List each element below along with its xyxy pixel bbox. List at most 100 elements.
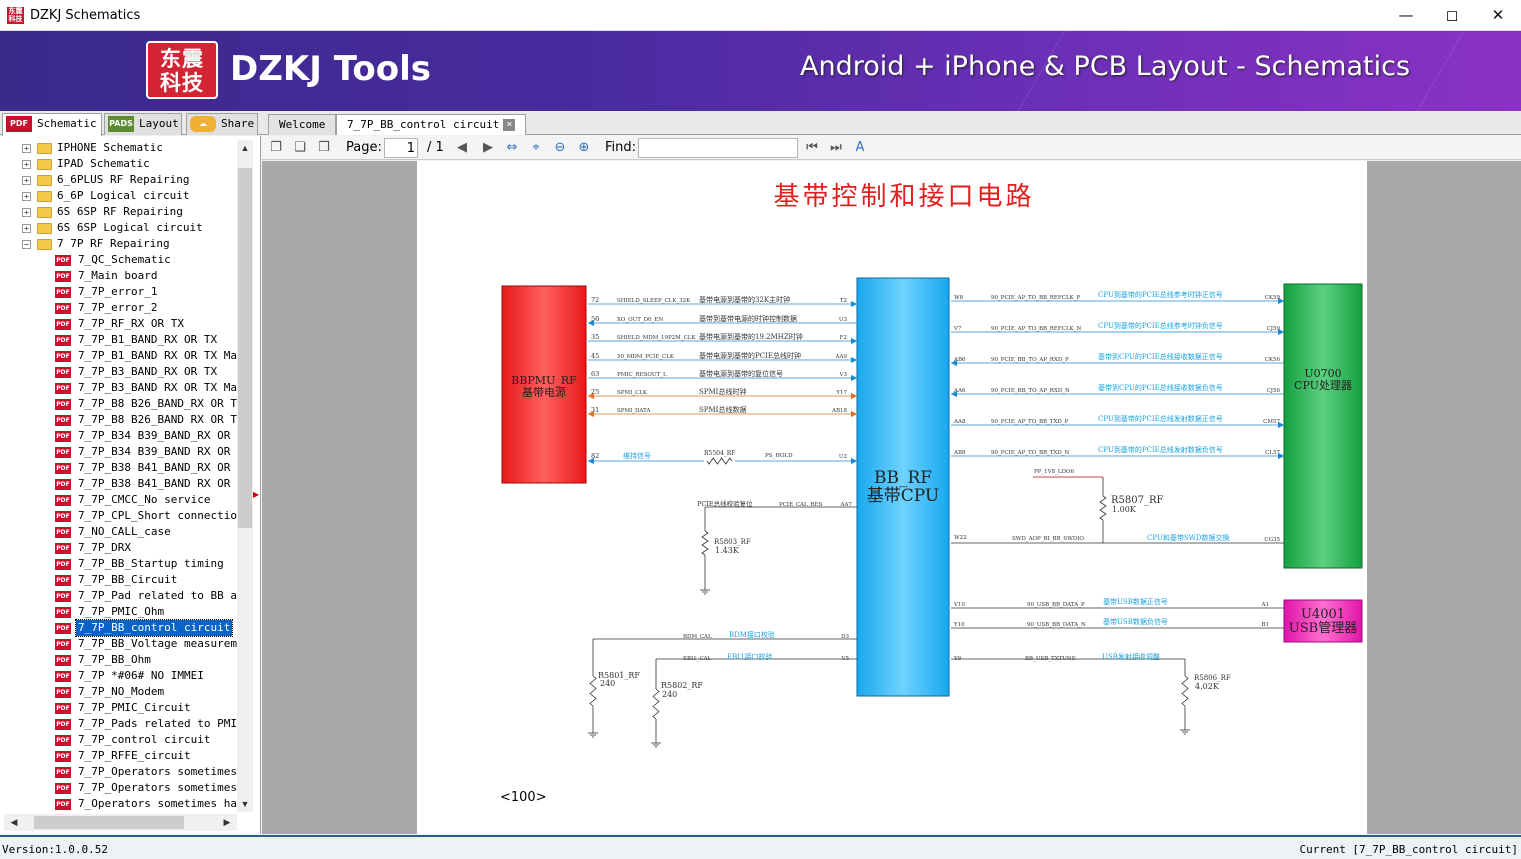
tree-file[interactable]: PDF 7_Main board [0, 268, 237, 284]
tree-file[interactable]: PDF 7_7P_Operators sometimes ha [0, 764, 237, 780]
net-label: 90_PCIE_AP_TO_BB_TXD_P [991, 419, 1069, 425]
window-title: DZKJ Schematics [30, 8, 141, 23]
collapse-icon[interactable]: − [22, 240, 31, 249]
tree-file[interactable]: PDF 7_Operators sometimes have [0, 796, 237, 812]
tree-folder[interactable]: +6_6P Logical circuit [0, 188, 237, 204]
scroll-left-icon[interactable]: ◀ [6, 814, 22, 830]
net-label: 基带电源到基带的PCIE总线时钟 [699, 351, 801, 360]
tree-folder[interactable]: +6_6PLUS RF Repairing [0, 172, 237, 188]
find-next-icon[interactable]: ⏭ [828, 140, 844, 156]
tree-folder[interactable]: +6S 6SP Logical circuit [0, 220, 237, 236]
zoom-in-icon[interactable]: ⊕ [576, 140, 592, 156]
tree-file[interactable]: PDF 7_7P_B38 B41_BAND RX OR TX [0, 476, 237, 492]
zoom-out-icon[interactable]: ⊖ [552, 140, 568, 156]
net-label: A1 [1261, 602, 1269, 608]
find-prev-icon[interactable]: ⏮ [804, 140, 820, 156]
tree-file[interactable]: PDF 7_7P_RFFE_circuit [0, 748, 237, 764]
expand-icon[interactable]: + [22, 224, 31, 233]
tree-file[interactable]: PDF 7_7P_B1_BAND RX OR TX Main [0, 348, 237, 364]
tab-schematic[interactable]: PDF Schematic [2, 113, 102, 136]
tree-file[interactable]: PDF 7_7P_error_2 [0, 300, 237, 316]
tree-file-label: 7_Operators sometimes have [78, 797, 237, 810]
scroll-down-icon[interactable]: ▼ [237, 796, 253, 812]
next-page-icon[interactable]: ▶ [480, 140, 496, 156]
tab-document[interactable]: 7_7P_BB_control circuit × [336, 114, 527, 135]
splitter-arrow-icon[interactable]: ▶ [253, 490, 259, 500]
tree-file[interactable]: PDF 7_7P_control circuit [0, 732, 237, 748]
document-viewer[interactable]: 基带控制和接口电路 BBPMU_RF 基带电源 BB_RF 基带CPU U070… [262, 161, 1521, 834]
tree-file[interactable]: PDF 7_7P_DRX [0, 540, 237, 556]
net-label: EBI1接口校验 [727, 652, 772, 661]
tree-file[interactable]: PDF 7_7P_RF_RX OR TX [0, 316, 237, 332]
tree-file[interactable]: PDF 7_7P_Operators sometimes ha [0, 780, 237, 796]
close-tab-icon[interactable]: × [503, 119, 516, 131]
minimize-button[interactable]: — [1383, 0, 1429, 31]
expand-icon[interactable]: + [22, 160, 31, 169]
tree-file[interactable]: PDF 7_7P_B3_BAND_RX OR TX [0, 364, 237, 380]
tree-file[interactable]: PDF 7_NO_CALL_case [0, 524, 237, 540]
tree-file[interactable]: PDF 7_7P_NO_Modem [0, 684, 237, 700]
vertical-scrollbar[interactable]: ▲ ▼ [237, 140, 253, 812]
close-button[interactable]: ✕ [1475, 0, 1521, 31]
banner-tagline: Android + iPhone & PCB Layout - Schemati… [800, 51, 1411, 82]
tree-file[interactable]: PDF 7_7P_B3_BAND RX OR TX Main [0, 380, 237, 396]
tree-file[interactable]: PDF 7_7P_B8 B26_BAND_RX OR TX [0, 396, 237, 412]
tree-file[interactable]: PDF 7_7P_BB_Circuit [0, 572, 237, 588]
tree-file[interactable]: PDF 7_7P_CPL_Short connection [0, 508, 237, 524]
expand-icon[interactable]: + [22, 192, 31, 201]
tree-file[interactable]: PDF 7_7P_PMIC_Ohm [0, 604, 237, 620]
tree-file[interactable]: PDF 7_7P_BB_control circuit [0, 619, 237, 637]
tab-share[interactable]: ☁ Share [186, 113, 258, 135]
pdf-icon: PDF [55, 639, 71, 650]
tree-folder[interactable]: + IPHONE Schematic [0, 140, 237, 156]
tree-folder[interactable]: +6S 6SP RF Repairing [0, 204, 237, 220]
tree-file[interactable]: PDF 7_7P *#06# NO IMMEI [0, 668, 237, 684]
copy-page-icon[interactable]: ❏ [292, 140, 308, 156]
maximize-button[interactable]: ◻ [1429, 0, 1475, 31]
scroll-thumb[interactable] [34, 816, 184, 829]
tree-file[interactable]: PDF 7_7P_PMIC_Circuit [0, 700, 237, 716]
tree-file[interactable]: PDF 7_7P_CMCC_No service [0, 492, 237, 508]
copy-icon[interactable]: ❐ [268, 140, 284, 156]
tree-file[interactable]: PDF 7_7P_BB_Startup timing [0, 556, 237, 572]
tree-file[interactable]: PDF 7_7P_Pad related to BB and [0, 588, 237, 604]
tab-label: 7_7P_BB_control circuit [347, 118, 500, 131]
fit-page-icon[interactable]: ⌖ [528, 140, 544, 156]
tab-layout[interactable]: PADS Layout [104, 113, 182, 135]
copy-all-icon[interactable]: ❒ [316, 140, 332, 156]
expand-icon[interactable]: + [22, 208, 31, 217]
net-label: R5803_RF [714, 538, 751, 546]
pdf-icon: PDF [55, 783, 71, 794]
tree-file[interactable]: PDF 7_7P_BB_Voltage measurement [0, 636, 237, 652]
page-input[interactable] [384, 138, 418, 158]
net-label: 1.00K [1112, 505, 1137, 514]
tree-folder[interactable]: + IPAD Schematic [0, 156, 237, 172]
tree-file[interactable]: PDF 7_7P_error_1 [0, 284, 237, 300]
tree-folder-label: IPAD Schematic [57, 157, 150, 170]
highlight-icon[interactable]: A [852, 140, 868, 156]
tree-file[interactable]: PDF 7_7P_B34 B39_BAND RX OR TX [0, 444, 237, 460]
expand-icon[interactable]: + [22, 144, 31, 153]
prev-page-icon[interactable]: ◀ [454, 140, 470, 156]
net-label: CM57 [1263, 419, 1280, 425]
net-label: PP_1V8_LDO6 [1034, 469, 1074, 475]
scroll-up-icon[interactable]: ▲ [237, 140, 253, 156]
tree-file[interactable]: PDF 7_7P_Pads related to PMIC a [0, 716, 237, 732]
fit-width-icon[interactable]: ⇔ [504, 140, 520, 156]
scroll-right-icon[interactable]: ▶ [219, 814, 235, 830]
tab-welcome[interactable]: Welcome [268, 114, 337, 135]
tree-file[interactable]: PDF 7_7P_B1_BAND_RX OR TX [0, 332, 237, 348]
expand-icon[interactable]: + [22, 176, 31, 185]
tree-file[interactable]: PDF 7_7P_B8 B26_BAND RX OR TX M [0, 412, 237, 428]
tree-file[interactable]: PDF 7_QC_Schematic [0, 252, 237, 268]
horizontal-scrollbar[interactable]: ◀ ▶ [4, 814, 237, 831]
find-input[interactable] [638, 138, 798, 158]
u4001-label-1: U4001 [1301, 607, 1345, 622]
scroll-thumb[interactable] [238, 168, 252, 528]
tree-folder[interactable]: − 7 7P RF Repairing [0, 236, 237, 252]
title-bar: 东震 科技 DZKJ Schematics — ◻ ✕ [0, 0, 1521, 31]
tree-file[interactable]: PDF 7_7P_B34 B39_BAND_RX OR TX [0, 428, 237, 444]
tree-file[interactable]: PDF 7_7P_B38 B41_BAND_RX OR TX [0, 460, 237, 476]
net-label: 基带电源到基带的复位信号 [699, 369, 783, 378]
tree-file[interactable]: PDF 7_7P_BB_Ohm [0, 652, 237, 668]
